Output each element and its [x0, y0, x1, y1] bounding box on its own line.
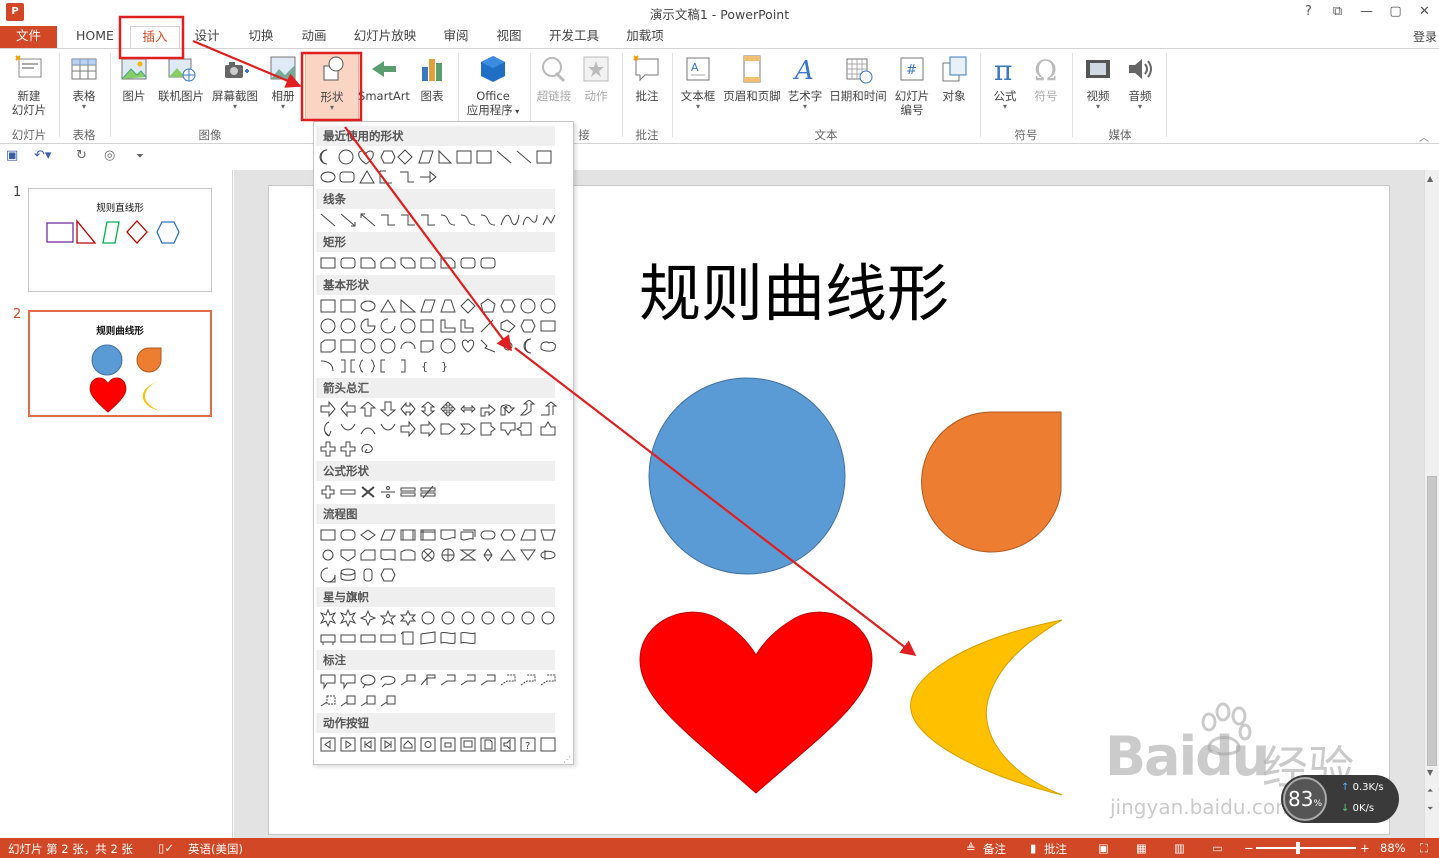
basic-shapes-row-4[interactable]: {}	[319, 357, 559, 375]
blue-circle-shape[interactable]	[648, 377, 846, 575]
network-speed-widget[interactable]: 83% ↑ 0.3K/s ↓ 0K/s	[1281, 775, 1399, 823]
scroll-thumb[interactable]	[1427, 476, 1437, 766]
status-bar: 幻灯片 第 2 张，共 2 张 ▯✓ 英语(美国) ≜ 备注 ▮ 批注 ▣ ▦ …	[0, 838, 1439, 858]
scroll-down-icon[interactable]: ▼	[1427, 768, 1433, 777]
flowchart-row-3[interactable]	[319, 566, 559, 584]
arrows-row-2[interactable]	[319, 420, 559, 438]
fit-slide-icon[interactable]: ⛶	[1420, 841, 1428, 856]
lines-row[interactable]	[319, 211, 559, 229]
download-speed: ↓ 0K/s	[1341, 803, 1375, 814]
equation-shapes-row[interactable]	[319, 483, 559, 501]
flowchart-row-1[interactable]	[319, 526, 559, 544]
svg-text:{: {	[421, 360, 428, 373]
notes-icon[interactable]: ≜	[966, 841, 976, 855]
slideshow-view-icon[interactable]: ▭	[1212, 841, 1223, 855]
notes-button[interactable]: 备注	[983, 841, 1006, 857]
basic-shapes-row-1[interactable]	[319, 297, 559, 315]
category-arrows: 箭头总汇	[316, 378, 555, 398]
category-flowchart: 流程图	[316, 504, 555, 524]
orange-teardrop-shape[interactable]	[921, 411, 1062, 553]
slide-count-status: 幻灯片 第 2 张，共 2 张	[8, 842, 133, 856]
recent-shapes-row-2[interactable]	[319, 168, 559, 186]
normal-view-icon[interactable]: ▣	[1098, 841, 1109, 855]
category-rectangles: 矩形	[316, 232, 555, 252]
arrows-row-1[interactable]	[319, 400, 559, 418]
spellcheck-icon[interactable]: ▯✓	[158, 841, 174, 855]
language-status[interactable]: 英语(美国)	[188, 841, 243, 857]
prev-slide-icon[interactable]: ⏶	[1427, 786, 1433, 796]
category-basic-shapes: 基本形状	[316, 275, 555, 295]
red-heart-shape[interactable]	[639, 611, 873, 794]
rectangles-row[interactable]	[319, 254, 559, 272]
basic-shapes-row-3[interactable]	[319, 337, 559, 355]
comments-icon[interactable]: ▮	[1030, 841, 1036, 855]
category-action-buttons: 动作按钮	[316, 713, 555, 733]
zoom-slider-track[interactable]	[1256, 847, 1356, 849]
category-equation-shapes: 公式形状	[316, 461, 555, 481]
recent-shapes-row[interactable]	[319, 148, 559, 166]
shapes-gallery-dropdown: 最近使用的形状 线条 矩形 基本形状 {} 箭头总汇 公式形状 流程图 星与旗帜…	[313, 121, 574, 765]
zoom-in-icon[interactable]: +	[1360, 841, 1370, 855]
upload-speed: ↑ 0.3K/s	[1341, 782, 1384, 793]
category-callouts: 标注	[316, 650, 555, 670]
scroll-up-icon[interactable]: ▲	[1427, 174, 1433, 183]
zoom-level[interactable]: 88%	[1380, 841, 1406, 855]
comments-button[interactable]: 批注	[1044, 841, 1067, 857]
callouts-row-1[interactable]	[319, 672, 559, 690]
zoom-out-icon[interactable]: −	[1244, 841, 1254, 855]
arrows-row-3[interactable]	[319, 440, 559, 458]
category-recent: 最近使用的形状	[316, 126, 555, 146]
zoom-slider-thumb[interactable]	[1296, 842, 1300, 854]
svg-text:?: ?	[525, 741, 530, 752]
slide-sorter-icon[interactable]: ▦	[1136, 841, 1147, 855]
reading-view-icon[interactable]: ▥	[1174, 841, 1185, 855]
callouts-row-2[interactable]	[319, 692, 559, 710]
banners-row[interactable]	[319, 629, 559, 647]
vertical-scrollbar[interactable]: ▲ ▼ ⏶ ⏷	[1424, 170, 1439, 838]
yellow-moon-shape[interactable]	[910, 619, 1063, 796]
speed-percent-circle: 83%	[1283, 777, 1327, 821]
paw-watermark-icon	[1201, 702, 1252, 756]
basic-shapes-row-2[interactable]	[319, 317, 559, 335]
watermark-url: jingyan.baidu.com	[1110, 795, 1295, 819]
category-stars-banners: 星与旗帜	[316, 587, 555, 607]
resize-grip-icon[interactable]: ⋰	[563, 755, 571, 764]
next-slide-icon[interactable]: ⏷	[1427, 804, 1433, 814]
action-buttons-row[interactable]: ?	[319, 735, 559, 753]
category-lines: 线条	[316, 189, 555, 209]
stars-row-1[interactable]	[319, 609, 559, 627]
svg-text:}: }	[441, 360, 448, 373]
flowchart-row-2[interactable]	[319, 546, 559, 564]
